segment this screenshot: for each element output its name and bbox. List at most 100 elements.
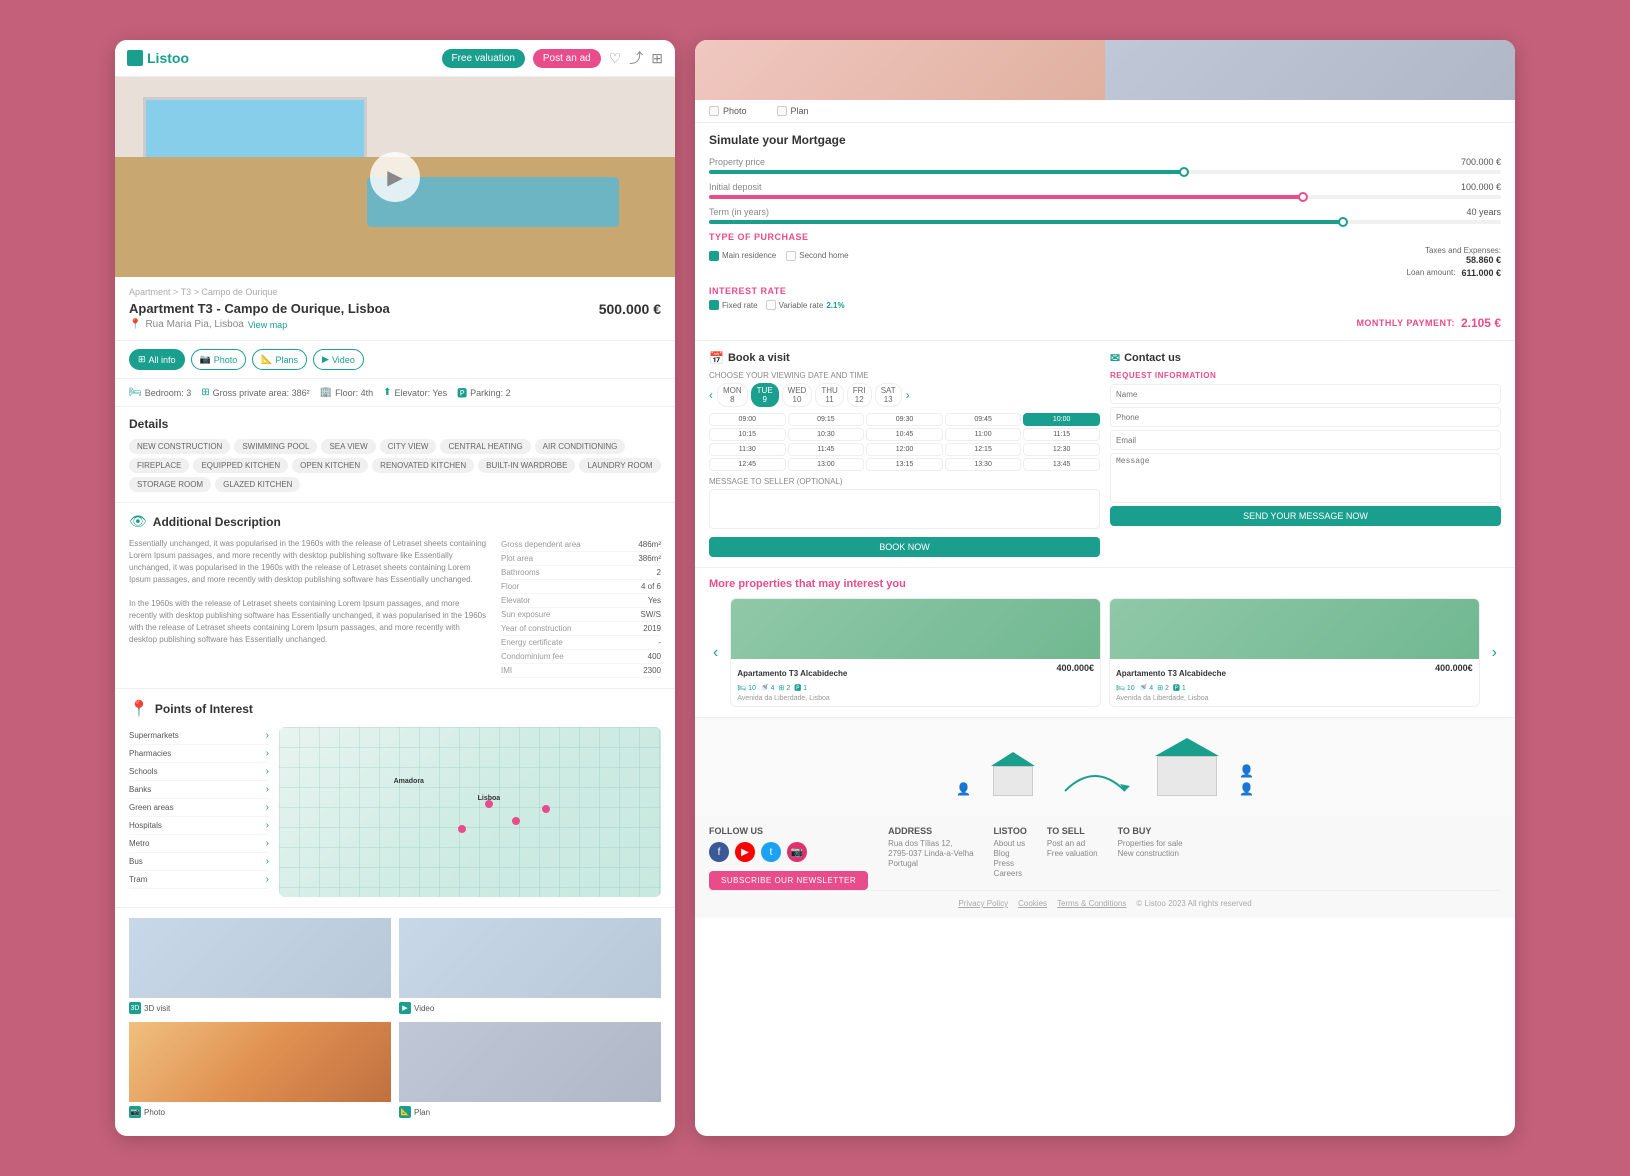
date-chip-2[interactable]: WED10 [782, 383, 813, 407]
newsletter-button[interactable]: SUBSCRIBE OUR NEWSLETTER [709, 871, 868, 890]
sell-valuation[interactable]: Free valuation [1047, 849, 1098, 858]
grid-icon[interactable]: ⊞ [651, 50, 663, 67]
time-1030[interactable]: 10:30 [788, 428, 865, 441]
tab-plans[interactable]: 📐 Plans [252, 349, 307, 370]
free-valuation-button[interactable]: Free valuation [442, 49, 525, 68]
variable-rate-option[interactable]: Variable rate 2.1% [766, 300, 845, 310]
second-home-option[interactable]: Second home [786, 251, 848, 261]
carousel-next[interactable]: › [1488, 640, 1501, 666]
sell-post[interactable]: Post an ad [1047, 839, 1098, 848]
initial-deposit-thumb[interactable] [1298, 192, 1308, 202]
time-1345[interactable]: 13:45 [1023, 458, 1100, 471]
media-3d-visit[interactable]: 3D 3D visit [129, 918, 391, 1014]
contact-name-input[interactable] [1110, 384, 1501, 404]
prop-card-0[interactable]: Apartamento T3 Alcabideche 400.000€ 🛏 10… [730, 598, 1101, 707]
time-1245[interactable]: 12:45 [709, 458, 786, 471]
instagram-icon[interactable]: 📷 [787, 842, 807, 862]
time-1045[interactable]: 10:45 [866, 428, 943, 441]
poi-schools[interactable]: Schools › [129, 763, 269, 781]
fixed-rate-option[interactable]: Fixed rate [709, 300, 758, 310]
post-ad-button[interactable]: Post an ad [533, 49, 601, 68]
play-button[interactable]: ▶ [370, 152, 420, 202]
time-1215[interactable]: 12:15 [945, 443, 1022, 456]
view-map-link[interactable]: View map [248, 320, 287, 330]
date-chip-4[interactable]: FRI12 [847, 383, 872, 407]
poi-supermarkets[interactable]: Supermarkets › [129, 727, 269, 745]
photo-label-plan[interactable]: Plan [777, 106, 809, 116]
time-1315[interactable]: 13:15 [866, 458, 943, 471]
type-purchase-label: TYPE OF PURCHASE [709, 232, 1501, 242]
buy-new[interactable]: New construction [1118, 849, 1183, 858]
tag-sea-view: SEA VIEW [321, 439, 375, 454]
stat-energy: Energy certificate - [501, 636, 661, 650]
date-chip-5[interactable]: SAT13 [875, 383, 902, 407]
date-chip-0[interactable]: MON8 [717, 383, 748, 407]
next-date-arrow[interactable]: › [906, 388, 910, 402]
heart-icon[interactable]: ♡ [609, 50, 622, 67]
poi-bus-label: Bus [129, 857, 143, 866]
property-price-thumb[interactable] [1179, 167, 1189, 177]
contact-message-input[interactable] [1110, 453, 1501, 503]
privacy-link[interactable]: Privacy Policy [958, 899, 1008, 908]
seller-message-input[interactable] [709, 489, 1100, 529]
property-price-track[interactable] [709, 170, 1501, 174]
term-thumb[interactable] [1338, 217, 1348, 227]
poi-bus[interactable]: Bus › [129, 853, 269, 871]
carousel-prev[interactable]: ‹ [709, 640, 722, 666]
poi-green-areas[interactable]: Green areas › [129, 799, 269, 817]
main-residence-option[interactable]: Main residence [709, 251, 776, 261]
facebook-icon[interactable]: f [709, 842, 729, 862]
book-now-button[interactable]: BOOK NOW [709, 537, 1100, 557]
contact-phone-input[interactable] [1110, 407, 1501, 427]
media-plan[interactable]: 📐 Plan [399, 1022, 661, 1118]
time-1100[interactable]: 11:00 [945, 428, 1022, 441]
tag-open-kitchen: OPEN KITCHEN [292, 458, 368, 473]
tab-all-info[interactable]: ⊞ All info [129, 349, 185, 370]
poi-pharmacies[interactable]: Pharmacies › [129, 745, 269, 763]
listoo-about[interactable]: About us [994, 839, 1027, 848]
time-1145[interactable]: 11:45 [788, 443, 865, 456]
tab-video[interactable]: ▶ Video [313, 349, 364, 370]
listoo-press[interactable]: Press [994, 859, 1027, 868]
tab-photo[interactable]: 📷 Photo [191, 349, 247, 370]
poi-banks[interactable]: Banks › [129, 781, 269, 799]
media-video[interactable]: ▶ Video [399, 918, 661, 1014]
time-0915[interactable]: 09:15 [788, 413, 865, 426]
poi-arrow-icon: › [266, 856, 269, 867]
prop-card-1[interactable]: Apartamento T3 Alcabideche 400.000€ 🛏 10… [1109, 598, 1480, 707]
cookies-link[interactable]: Cookies [1018, 899, 1047, 908]
time-1130[interactable]: 11:30 [709, 443, 786, 456]
poi-tram[interactable]: Tram › [129, 871, 269, 889]
listoo-blog[interactable]: Blog [994, 849, 1027, 858]
prev-date-arrow[interactable]: ‹ [709, 388, 713, 402]
initial-deposit-track[interactable] [709, 195, 1501, 199]
send-message-button[interactable]: SEND YOUR MESSAGE NOW [1110, 506, 1501, 526]
media-photo[interactable]: 📷 Photo [129, 1022, 391, 1118]
time-1200[interactable]: 12:00 [866, 443, 943, 456]
terms-link[interactable]: Terms & Conditions [1057, 899, 1126, 908]
date-chip-3[interactable]: THU11 [815, 383, 843, 407]
time-1230[interactable]: 12:30 [1023, 443, 1100, 456]
listoo-careers[interactable]: Careers [994, 869, 1027, 878]
buy-sale[interactable]: Properties for sale [1118, 839, 1183, 848]
time-1015[interactable]: 10:15 [709, 428, 786, 441]
time-1300[interactable]: 13:00 [788, 458, 865, 471]
share-icon[interactable]: ⤴ [629, 48, 643, 68]
date-chip-1[interactable]: TUE9 [751, 383, 779, 407]
poi-metro[interactable]: Metro › [129, 835, 269, 853]
property-price-slider-row: Property price 700.000 € [709, 157, 1501, 174]
time-0900[interactable]: 09:00 [709, 413, 786, 426]
contact-email-input[interactable] [1110, 430, 1501, 450]
time-1115[interactable]: 11:15 [1023, 428, 1100, 441]
tag-fireplace: FIREPLACE [129, 458, 189, 473]
youtube-icon[interactable]: ▶ [735, 842, 755, 862]
poi-hospitals[interactable]: Hospitals › [129, 817, 269, 835]
twitter-icon[interactable]: t [761, 842, 781, 862]
time-0930[interactable]: 09:30 [866, 413, 943, 426]
photo-label-photo[interactable]: Photo [709, 106, 747, 116]
stat-floor-value: 4 of 6 [641, 582, 661, 591]
term-track[interactable] [709, 220, 1501, 224]
time-1330[interactable]: 13:30 [945, 458, 1022, 471]
time-1000[interactable]: 10:00 [1023, 413, 1100, 426]
time-0945[interactable]: 09:45 [945, 413, 1022, 426]
